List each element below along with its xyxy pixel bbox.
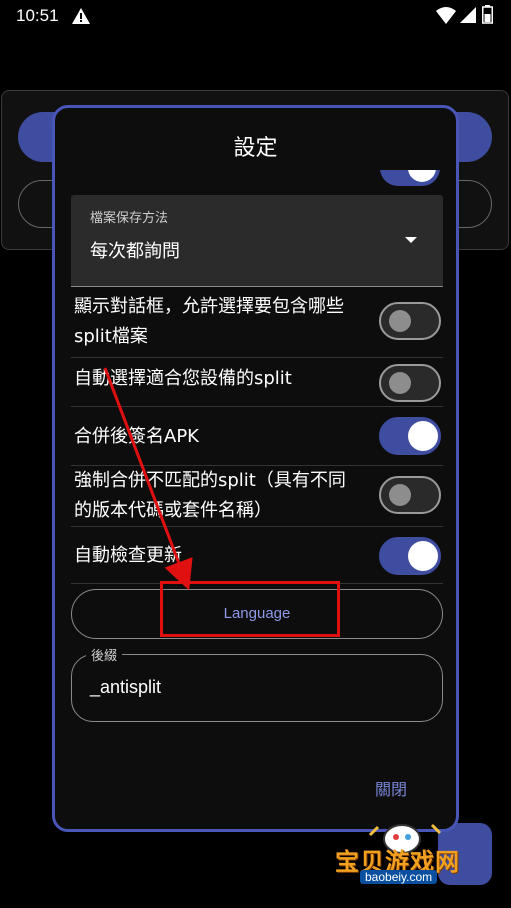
battery-icon [482,5,493,24]
setting-label: 自動檢查更新 [74,545,182,566]
toggle-switch-force-merge[interactable] [379,476,441,514]
setting-label: 顯示對話框，允許選擇要包含哪些split檔案 [74,296,344,347]
toggle-switch-auto-update[interactable] [379,537,441,575]
status-bar: 10:51 [0,0,511,32]
suffix-value: _antisplit [90,677,162,697]
watermark-url: baobeiy.com [360,870,438,884]
dropdown-label: 檔案保存方法 [90,211,169,226]
toggle-switch-auto-select-split[interactable] [379,364,441,402]
setting-row-show-split-dialog: 顯示對話框，允許選擇要包含哪些split檔案 [71,290,443,358]
setting-label: 自動選擇適合您設備的split [74,368,292,389]
setting-row-auto-select-split: 自動選擇適合您設備的split [71,358,443,407]
status-time: 10:51 [16,6,59,25]
setting-label: 強制合併不匹配的split（具有不同的版本代碼或套件名稱） [74,470,346,521]
setting-label: 合併後簽名APK [74,426,199,447]
suffix-input[interactable]: 後綴 _antisplit [71,645,443,722]
suffix-label: 後綴 [86,645,123,664]
warning-icon [72,8,90,24]
setting-row-force-merge: 強制合併不匹配的split（具有不同的版本代碼或套件名稱） [71,466,443,527]
toggle-switch-show-split-dialog[interactable] [379,302,441,340]
dropdown-arrow-icon [405,237,417,243]
close-button[interactable]: 關閉 [375,776,407,800]
scrolled-toggle-switch[interactable] [380,170,440,188]
setting-row-sign-apk: 合併後簽名APK [71,407,443,466]
annotation-highlight-box [160,581,340,637]
save-method-dropdown[interactable]: 檔案保存方法 每次都詢問 [71,195,443,287]
dialog-title: 設定 [233,136,278,161]
signal-icon [460,7,476,23]
dropdown-value: 每次都詢問 [90,241,180,262]
toggle-switch-sign-apk[interactable] [379,417,441,455]
settings-dialog: 設定 檔案保存方法 每次都詢問 顯示對話框，允許選擇要包含哪些split檔案 自… [52,105,459,832]
setting-row-auto-update: 自動檢查更新 [71,527,443,584]
wifi-icon [436,7,456,24]
